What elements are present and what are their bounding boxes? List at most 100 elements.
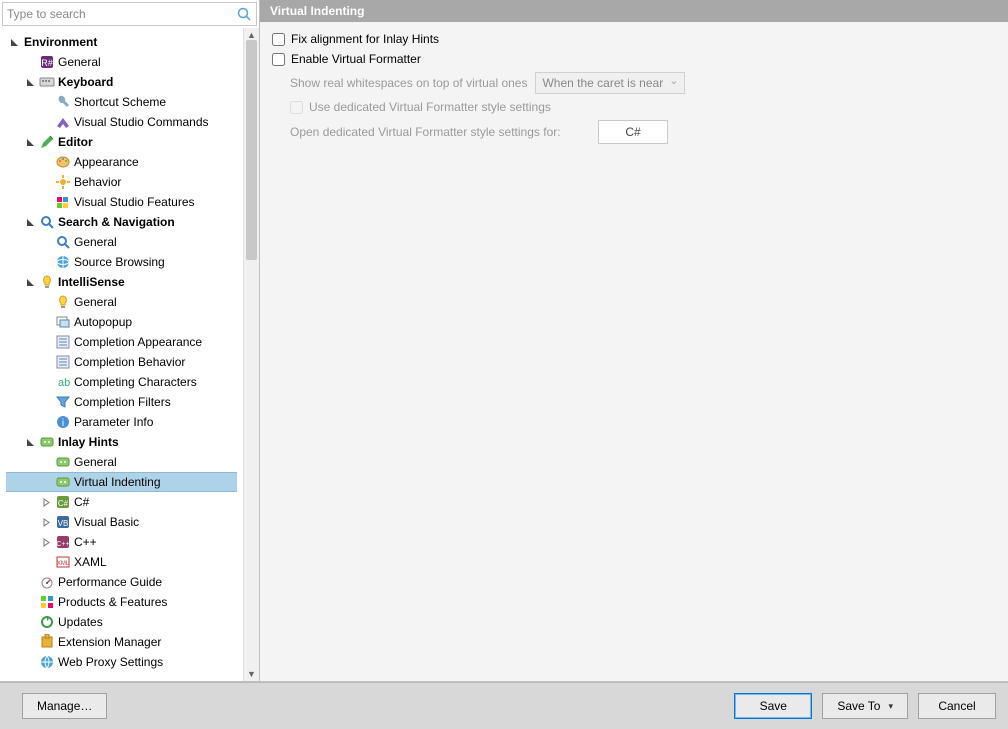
tree-item-keyboard[interactable]: Keyboard [0,72,243,92]
enable-virtual-formatter-row[interactable]: Enable Virtual Formatter [272,52,996,66]
expander-icon[interactable] [26,218,38,227]
vb-icon: VB [55,514,71,530]
tree-item-general[interactable]: General [0,452,243,472]
expander-icon[interactable] [26,438,38,447]
tree-item-search-navigation[interactable]: Search & Navigation [0,212,243,232]
show-real-whitespaces-select[interactable]: When the caret is near [535,72,685,94]
scroll-thumb[interactable] [246,40,257,260]
tree-item-label: General [74,455,117,469]
expander-icon[interactable] [42,498,54,507]
open-dedicated-row: Open dedicated Virtual Formatter style s… [290,120,996,144]
expander-icon[interactable] [42,538,54,547]
resharper-icon: R# [39,54,55,70]
tree-item-label: Source Browsing [74,255,165,269]
tree-item-updates[interactable]: Updates [0,612,243,632]
svg-text:C#: C# [58,499,69,508]
expander-icon[interactable] [26,138,38,147]
update-icon [39,614,55,630]
svg-text:C++: C++ [56,541,69,548]
enable-virtual-formatter-label: Enable Virtual Formatter [291,52,421,66]
tree-item-shortcut-scheme[interactable]: Shortcut Scheme [0,92,243,112]
tree-item-label: General [74,295,117,309]
fix-alignment-checkbox[interactable] [272,33,285,46]
tree-item-inlay-hints[interactable]: Inlay Hints [0,432,243,452]
filter-icon [55,394,71,410]
tree-item-parameter-info[interactable]: iParameter Info [0,412,243,432]
tree-item-visual-basic[interactable]: VBVisual Basic [0,512,243,532]
cancel-button[interactable]: Cancel [918,693,996,719]
save-button[interactable]: Save [734,693,812,719]
expander-icon[interactable] [10,38,22,47]
tree-item-label: Products & Features [58,595,167,609]
search-box[interactable] [2,2,257,26]
main-area: EnvironmentR#GeneralKeyboardShortcut Sch… [0,0,1008,682]
tree-item-extension-manager[interactable]: Extension Manager [0,632,243,652]
tree-item-label: Environment [24,35,97,49]
tree-container: EnvironmentR#GeneralKeyboardShortcut Sch… [0,28,259,681]
save-to-button[interactable]: Save To [822,693,908,719]
tree-item-label: Inlay Hints [58,435,119,449]
tree-item-products-features[interactable]: Products & Features [0,592,243,612]
tree-item-web-proxy-settings[interactable]: Web Proxy Settings [0,652,243,672]
show-real-whitespaces-row: Show real whitespaces on top of virtual … [290,72,996,94]
manage-button[interactable]: Manage… [22,693,107,719]
search-icon [39,214,55,230]
tree-item-completion-appearance[interactable]: Completion Appearance [0,332,243,352]
use-dedicated-label: Use dedicated Virtual Formatter style se… [309,100,551,114]
expander-icon[interactable] [26,278,38,287]
tree-item-general[interactable]: General [0,292,243,312]
tree-item-behavior[interactable]: Behavior [0,172,243,192]
tree-item-autopopup[interactable]: Autopopup [0,312,243,332]
hint-icon [39,434,55,450]
tree-item-virtual-indenting[interactable]: Virtual Indenting [6,472,237,492]
hint-icon [55,454,71,470]
tree-item-label: Visual Studio Features [74,195,195,209]
tree-item-label: Search & Navigation [58,215,175,229]
popup-icon [55,314,71,330]
open-dedicated-button[interactable]: C# [598,120,668,144]
tree-item-general[interactable]: R#General [0,52,243,72]
tree-item-environment[interactable]: Environment [0,32,243,52]
use-dedicated-checkbox [290,101,303,114]
tree-item-intellisense[interactable]: IntelliSense [0,272,243,292]
search-input[interactable] [7,7,236,21]
gear-icon [55,174,71,190]
fix-alignment-checkbox-row[interactable]: Fix alignment for Inlay Hints [272,32,996,46]
scroll-down-icon[interactable]: ▼ [244,667,259,681]
tree-item-visual-studio-features[interactable]: Visual Studio Features [0,192,243,212]
tree-item-editor[interactable]: Editor [0,132,243,152]
tree-item-performance-guide[interactable]: Performance Guide [0,572,243,592]
tree-item-completion-behavior[interactable]: Completion Behavior [0,352,243,372]
enable-virtual-formatter-checkbox[interactable] [272,53,285,66]
tree-item-label: Updates [58,615,103,629]
tree-item-visual-studio-commands[interactable]: Visual Studio Commands [0,112,243,132]
search-icon [55,234,71,250]
tree-item-label: C++ [74,535,97,549]
cpp-icon: C++ [55,534,71,550]
tree-item-c-[interactable]: C#C# [0,492,243,512]
sidebar: EnvironmentR#GeneralKeyboardShortcut Sch… [0,0,260,681]
expander-icon[interactable] [26,78,38,87]
tree-item-label: Visual Basic [74,515,139,529]
scrollbar[interactable]: ▲ ▼ [243,28,259,681]
list-icon [55,334,71,350]
info-icon: i [55,414,71,430]
puzzle-icon [55,194,71,210]
svg-text:i: i [62,418,64,429]
csharp-icon: C# [55,494,71,510]
tree-item-completion-filters[interactable]: Completion Filters [0,392,243,412]
tree-item-xaml[interactable]: XMLXAML [0,552,243,572]
expander-icon[interactable] [42,518,54,527]
globe-icon [55,254,71,270]
tree-item-appearance[interactable]: Appearance [0,152,243,172]
products-icon [39,594,55,610]
tree-item-source-browsing[interactable]: Source Browsing [0,252,243,272]
ext-icon [39,634,55,650]
settings-tree[interactable]: EnvironmentR#GeneralKeyboardShortcut Sch… [0,28,243,681]
tree-item-c-[interactable]: C++ C++ [0,532,243,552]
tree-item-completing-characters[interactable]: abCompleting Characters [0,372,243,392]
tree-item-label: Extension Manager [58,635,161,649]
tree-item-label: IntelliSense [58,275,125,289]
vs-icon [55,114,71,130]
tree-item-general[interactable]: General [0,232,243,252]
